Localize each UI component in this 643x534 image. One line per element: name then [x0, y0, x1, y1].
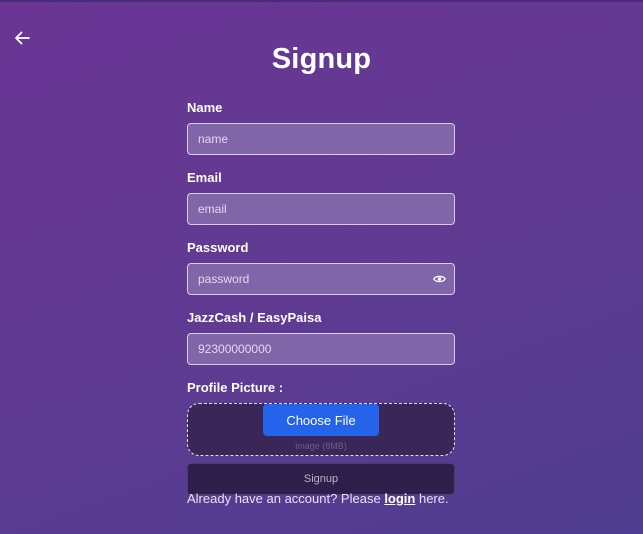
wallet-number-input[interactable]	[187, 333, 455, 365]
login-prompt: Already have an account? Please login he…	[187, 491, 467, 506]
password-toggle-button[interactable]	[432, 272, 446, 286]
login-prompt-text-before: Already have an account? Please	[187, 491, 385, 506]
email-field-wrapper	[187, 193, 455, 225]
eye-icon	[432, 275, 446, 283]
login-prompt-text-after: here.	[415, 491, 449, 506]
top-border	[0, 0, 643, 2]
wallet-field-wrapper	[187, 333, 455, 365]
profile-picture-label: Profile Picture :	[187, 380, 284, 395]
email-input[interactable]	[187, 193, 455, 225]
email-label: Email	[187, 170, 222, 185]
name-label: Name	[187, 100, 223, 115]
file-size-hint: image (8MB)	[295, 441, 347, 451]
page-title: Signup	[271, 43, 372, 75]
signup-form: Name Email Password JazzCash / EasyPaisa…	[187, 99, 455, 495]
password-field-wrapper	[187, 263, 455, 295]
profile-picture-dropzone[interactable]: Choose File image (8MB)	[187, 403, 455, 456]
name-input[interactable]	[187, 123, 455, 155]
login-link[interactable]: login	[384, 491, 415, 506]
password-label: Password	[187, 240, 249, 255]
password-input[interactable]	[187, 263, 455, 295]
choose-file-button[interactable]: Choose File	[263, 404, 379, 436]
wallet-label: JazzCash / EasyPaisa	[187, 310, 322, 325]
name-field-wrapper	[187, 123, 455, 155]
